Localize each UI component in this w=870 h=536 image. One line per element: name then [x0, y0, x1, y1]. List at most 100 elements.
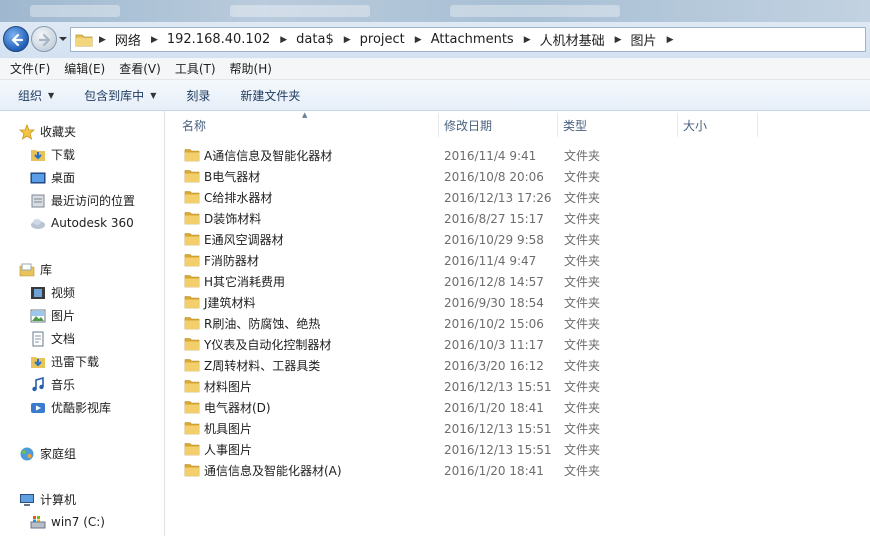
file-type: 文件夹: [564, 296, 601, 310]
file-row[interactable]: 通信信息及智能化器材(A) 2016/1/20 18:41 文件夹: [166, 460, 870, 481]
column-header-date[interactable]: 修改日期: [444, 111, 492, 139]
breadcrumb-arrow-icon[interactable]: ▶: [280, 35, 287, 45]
menu-tools[interactable]: 工具(T): [175, 60, 216, 77]
breadcrumb-arrow-icon[interactable]: ▶: [415, 35, 422, 45]
breadcrumb-arrow-icon[interactable]: ▶: [151, 35, 158, 45]
file-row[interactable]: R刷油、防腐蚀、绝热 2016/10/2 15:06 文件夹: [166, 313, 870, 334]
column-header-label: 修改日期: [444, 118, 493, 133]
file-row[interactable]: F消防器材 2016/11/4 9:47 文件夹: [166, 250, 870, 271]
breadcrumb-label: 图片: [630, 34, 657, 49]
file-row[interactable]: Z周转材料、工器具类 2016/3/20 16:12 文件夹: [166, 355, 870, 376]
file-name: 材料图片: [204, 380, 253, 394]
nav-item-desktop[interactable]: 桌面: [30, 169, 75, 186]
chevron-down-icon: ▼: [48, 90, 55, 100]
downloads-icon: [31, 149, 45, 161]
file-row[interactable]: 机具图片 2016/12/13 15:51 文件夹: [166, 418, 870, 439]
nav-item-thunder-downloads[interactable]: 迅雷下载: [30, 353, 99, 370]
file-type: 文件夹: [564, 233, 601, 247]
nav-item-autodesk-360[interactable]: Autodesk 360: [30, 215, 134, 231]
recent-pages-dropdown[interactable]: [58, 34, 68, 44]
file-name: 电气器材(D): [204, 401, 271, 415]
nav-item-recent-places[interactable]: 最近访问的位置: [30, 192, 135, 209]
file-date: 2016/10/2 15:06: [444, 316, 544, 331]
nav-item-downloads[interactable]: 下载: [30, 146, 75, 163]
folder-icon: [184, 442, 200, 456]
nav-item-documents[interactable]: 文档: [30, 330, 75, 347]
file-date: 2016/12/13 15:51: [444, 442, 552, 457]
computer-icon: [20, 493, 34, 506]
folder-icon: [184, 148, 200, 162]
file-row[interactable]: 电气器材(D) 2016/1/20 18:41 文件夹: [166, 397, 870, 418]
file-row[interactable]: 材料图片 2016/12/13 15:51 文件夹: [166, 376, 870, 397]
menu-help[interactable]: 帮助(H): [230, 60, 272, 77]
column-header-type[interactable]: 类型: [563, 111, 587, 139]
nav-item-youku-library[interactable]: 优酷影视库: [30, 399, 111, 416]
breadcrumb-arrow-icon[interactable]: ▶: [524, 35, 531, 45]
breadcrumb-item[interactable]: 人机材基础 ▶: [540, 30, 631, 49]
column-header-label: 类型: [563, 118, 588, 133]
downloads-icon: [31, 356, 45, 368]
file-type: 文件夹: [564, 401, 601, 415]
nav-computer[interactable]: 计算机: [19, 491, 76, 508]
breadcrumb-arrow-icon[interactable]: ▶: [667, 35, 674, 45]
file-date: 2016/1/20 18:41: [444, 463, 544, 478]
nav-item-label: 迅雷下载: [51, 355, 100, 369]
blurred-tab: [450, 5, 620, 17]
column-header-size[interactable]: 大小: [683, 111, 707, 139]
file-row[interactable]: Y仪表及自动化控制器材 2016/10/3 11:17 文件夹: [166, 334, 870, 355]
back-button[interactable]: [3, 26, 29, 52]
file-type: 文件夹: [564, 275, 601, 289]
nav-item-label: 视频: [51, 286, 76, 300]
breadcrumb-arrow-icon[interactable]: ▶: [615, 35, 622, 45]
breadcrumb-item[interactable]: data$ ▶: [296, 32, 359, 47]
breadcrumb-arrow-icon[interactable]: ▶: [344, 35, 351, 45]
breadcrumb-item[interactable]: Attachments ▶: [431, 32, 540, 47]
file-row[interactable]: B电气器材 2016/10/8 20:06 文件夹: [166, 166, 870, 187]
include-in-library-button[interactable]: 包含到库中 ▼: [84, 87, 156, 104]
file-row[interactable]: D装饰材料 2016/8/27 15:17 文件夹: [166, 208, 870, 229]
nav-item-pictures[interactable]: 图片: [30, 307, 75, 324]
file-row[interactable]: H其它消耗费用 2016/12/8 14:57 文件夹: [166, 271, 870, 292]
file-date: 2016/10/3 11:17: [444, 337, 544, 352]
breadcrumb-label: data$: [296, 32, 334, 47]
nav-favorites[interactable]: 收藏夹: [19, 123, 76, 140]
file-row[interactable]: E通风空调器材 2016/10/29 9:58 文件夹: [166, 229, 870, 250]
forward-button[interactable]: [31, 26, 57, 52]
file-row[interactable]: C给排水器材 2016/12/13 17:26 文件夹: [166, 187, 870, 208]
file-name: 通信信息及智能化器材(A): [204, 464, 342, 478]
homegroup-icon: [20, 447, 34, 460]
column-divider[interactable]: [438, 113, 439, 137]
column-divider[interactable]: [757, 113, 758, 137]
breadcrumb-separator[interactable]: ▶: [99, 35, 115, 45]
nav-item-music[interactable]: 音乐: [30, 376, 75, 393]
nav-libraries-label: 库: [40, 263, 53, 277]
organize-button[interactable]: 组织 ▼: [18, 87, 54, 104]
menu-view[interactable]: 查看(V): [119, 60, 161, 77]
sort-ascending-icon: ▲: [302, 111, 308, 119]
menu-edit[interactable]: 编辑(E): [64, 60, 105, 77]
folder-icon: [184, 211, 200, 225]
menu-file[interactable]: 文件(F): [10, 60, 50, 77]
breadcrumb-item[interactable]: 192.168.40.102 ▶: [167, 32, 296, 47]
file-row[interactable]: A通信信息及智能化器材 2016/11/4 9:41 文件夹: [166, 145, 870, 166]
breadcrumb-item[interactable]: 网络 ▶: [115, 30, 167, 49]
menu-bar: 文件(F) 编辑(E) 查看(V) 工具(T) 帮助(H): [0, 58, 870, 80]
nav-item-videos[interactable]: 视频: [30, 284, 75, 301]
breadcrumb-item[interactable]: project ▶: [360, 32, 431, 47]
folder-icon: [184, 253, 200, 267]
address-bar[interactable]: ▶ 网络 ▶ 192.168.40.102 ▶ data$ ▶ project ▶ At…: [70, 27, 866, 52]
file-date: 2016/12/13 15:51: [444, 421, 552, 436]
column-divider[interactable]: [677, 113, 678, 137]
nav-libraries[interactable]: 库: [19, 261, 52, 278]
new-folder-button[interactable]: 新建文件夹: [240, 87, 300, 104]
file-row[interactable]: J建筑材料 2016/9/30 18:54 文件夹: [166, 292, 870, 313]
file-row[interactable]: 人事图片 2016/12/13 15:51 文件夹: [166, 439, 870, 460]
burn-button[interactable]: 刻录: [186, 87, 210, 104]
column-divider[interactable]: [557, 113, 558, 137]
arrow-left-icon: [11, 33, 24, 47]
column-header-name[interactable]: 名称: [182, 111, 206, 139]
nav-homegroup[interactable]: 家庭组: [19, 445, 76, 462]
breadcrumb-item[interactable]: 图片 ▶: [631, 30, 683, 49]
nav-item-label: 最近访问的位置: [51, 194, 136, 208]
nav-item-drive-c[interactable]: win7 (C:): [30, 514, 105, 530]
